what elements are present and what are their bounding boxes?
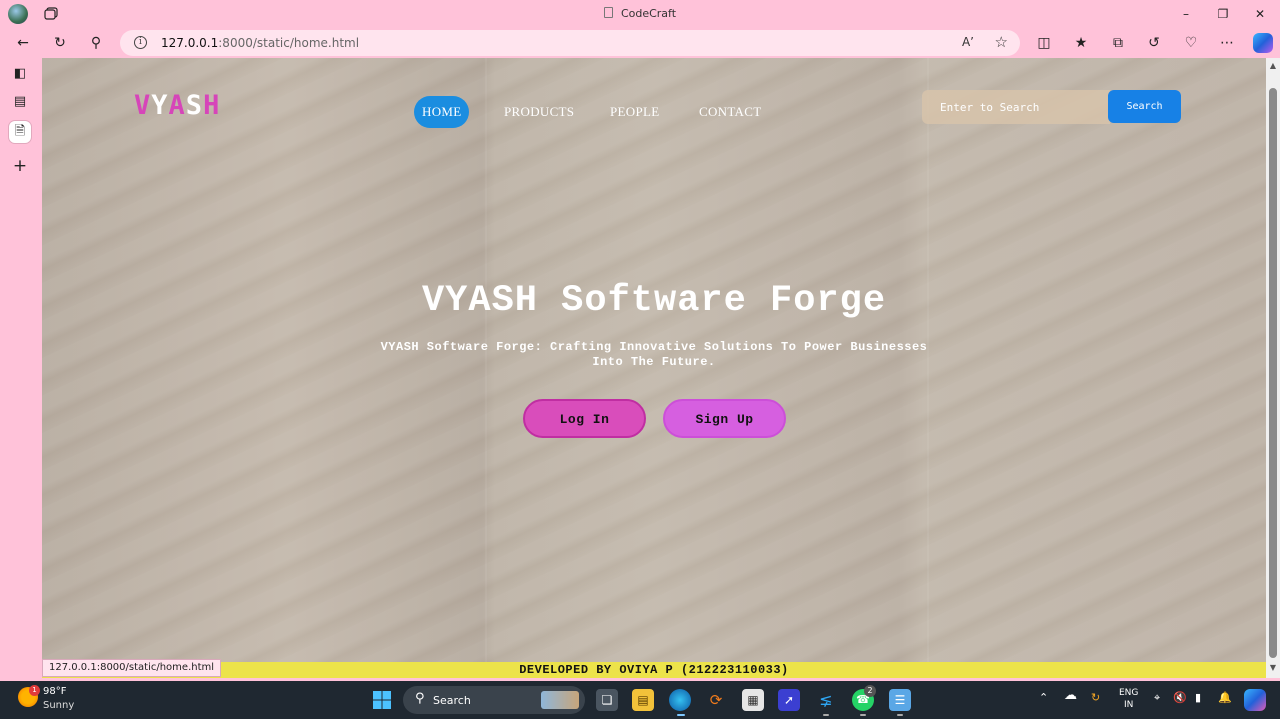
battery-icon[interactable]: ▮ xyxy=(1195,691,1201,704)
hero-subtitle-line: VYASH Software Forge: Crafting Innovativ… xyxy=(380,340,928,354)
address-bar[interactable]: i 127.0.0.1:8000/static/home.html A’ ☆ xyxy=(120,30,1020,56)
url-text[interactable]: 127.0.0.1:8000/static/home.html xyxy=(161,36,359,50)
weather-temperature[interactable]: 98°F xyxy=(43,686,66,697)
split-screen-icon[interactable]: ◫ xyxy=(1033,33,1055,53)
logo-letter: V xyxy=(134,90,152,121)
taskbar-search-icon: ⚲ xyxy=(415,691,425,706)
hero-subtitle-line: Into The Future. xyxy=(592,355,716,369)
windows-start-icon[interactable] xyxy=(371,689,393,711)
notepad-icon[interactable]: ☰ xyxy=(889,689,911,711)
workspace-tab-icon[interactable]: ▤ xyxy=(9,91,31,113)
close-window-button[interactable]: ✕ xyxy=(1245,4,1275,24)
page-viewport: VYASH HOME PRODUCTS PEOPLE CONTACT Searc… xyxy=(42,58,1266,678)
microsoft-store-icon[interactable]: ▦ xyxy=(742,689,764,711)
taskbar-search-label: Search xyxy=(433,694,471,707)
back-arrow-icon[interactable]: ← xyxy=(12,33,34,53)
window-title: CodeCraft xyxy=(0,7,1280,20)
scroll-up-arrow-icon[interactable]: ▲ xyxy=(1269,61,1277,70)
favorites-icon[interactable]: ★ xyxy=(1070,33,1092,53)
browser-toolbar: ← ↻ ⚲ i 127.0.0.1:8000/static/home.html … xyxy=(0,28,1280,58)
open-app-indicator xyxy=(860,714,866,716)
current-tab-icon[interactable]: 🗎 xyxy=(9,121,31,143)
powerautomate-icon[interactable]: ➚ xyxy=(778,689,800,711)
vertical-tab-sidebar: ◧ ▤ 🗎 + xyxy=(0,58,42,678)
browser-essentials-icon[interactable]: ♡ xyxy=(1180,33,1202,53)
site-info-icon[interactable]: i xyxy=(134,36,147,49)
tab-panel-icon[interactable]: ◧ xyxy=(9,63,31,85)
windows-taskbar: 1 98°F Sunny ⚲ Search ❏ ▤ ⟳ ▦ ➚ ⪇ ☎ 2 ☰ … xyxy=(0,681,1280,719)
collections-icon[interactable]: ⧉ xyxy=(1107,33,1129,53)
signup-button[interactable]: Sign Up xyxy=(663,399,786,438)
active-app-indicator xyxy=(677,714,685,716)
refresh-icon[interactable]: ↻ xyxy=(49,33,71,53)
taskbar-search-box[interactable]: ⚲ Search xyxy=(403,686,585,714)
history-icon[interactable]: ↺ xyxy=(1143,33,1165,53)
search-button[interactable]: Search xyxy=(1108,90,1181,123)
whatsapp-badge: 2 xyxy=(864,685,876,697)
site-logo[interactable]: VYASH xyxy=(134,90,220,121)
scroll-down-arrow-icon[interactable]: ▼ xyxy=(1269,663,1277,672)
sync-icon[interactable]: ↻ xyxy=(1091,691,1100,704)
browser-title-bar: CodeCraft – ❐ ✕ xyxy=(0,0,1280,28)
copilot-icon[interactable] xyxy=(1253,33,1273,53)
minimize-button[interactable]: – xyxy=(1171,4,1201,24)
hero-title: VYASH Software Forge xyxy=(421,280,887,322)
weather-condition[interactable]: Sunny xyxy=(43,700,74,711)
language-code: ENG xyxy=(1119,688,1139,698)
jupyter-icon[interactable]: ⟳ xyxy=(705,689,727,711)
favorite-star-icon[interactable]: ☆ xyxy=(995,33,1008,51)
search-icon[interactable]: ⚲ xyxy=(85,33,107,53)
page-scrollbar[interactable]: ▲ ▼ xyxy=(1266,58,1280,678)
vscode-icon[interactable]: ⪇ xyxy=(815,689,837,711)
login-button[interactable]: Log In xyxy=(523,399,646,438)
file-explorer-icon[interactable]: ▤ xyxy=(632,689,654,711)
search-highlight-image xyxy=(541,691,579,709)
scrollbar-thumb[interactable] xyxy=(1269,88,1277,658)
nav-contact[interactable]: CONTACT xyxy=(699,96,761,128)
logo-letter: S xyxy=(185,90,204,121)
onedrive-cloud-icon[interactable]: ☁ xyxy=(1064,688,1077,703)
link-status-bar: 127.0.0.1:8000/static/home.html xyxy=(42,659,222,677)
footer-credit: DEVELOPED BY OVIYA P (212223110033) xyxy=(42,662,1266,678)
hero-subtitle: VYASH Software Forge: Crafting Innovativ… xyxy=(347,340,961,370)
maximize-button[interactable]: ❐ xyxy=(1208,4,1238,24)
logo-letter: A xyxy=(168,90,186,121)
nav-people[interactable]: PEOPLE xyxy=(610,96,659,128)
notifications-bell-icon[interactable]: 🔔 xyxy=(1218,691,1232,704)
logo-letter: Y xyxy=(151,90,169,121)
more-menu-icon[interactable]: ⋯ xyxy=(1216,33,1238,53)
wifi-icon[interactable]: ⌖ xyxy=(1154,691,1160,705)
url-host: 127.0.0.1 xyxy=(161,36,219,50)
search-input[interactable] xyxy=(922,90,1110,124)
copilot-taskbar-icon[interactable] xyxy=(1244,689,1266,711)
edge-browser-icon[interactable] xyxy=(669,689,691,711)
open-app-indicator xyxy=(823,714,829,716)
logo-letter: H xyxy=(203,90,221,121)
tab-actions-icon[interactable] xyxy=(44,7,58,20)
region-code: IN xyxy=(1124,700,1134,710)
window-title-text: CodeCraft xyxy=(620,7,677,20)
nav-products[interactable]: PRODUCTS xyxy=(504,96,574,128)
open-app-indicator xyxy=(897,714,903,716)
page-icon xyxy=(603,7,613,18)
nav-home[interactable]: HOME xyxy=(414,96,470,128)
profile-avatar[interactable] xyxy=(8,4,28,24)
weather-badge: 1 xyxy=(29,685,40,696)
new-tab-plus-icon[interactable]: + xyxy=(9,155,31,177)
task-view-icon[interactable]: ❏ xyxy=(596,689,618,711)
volume-muted-icon[interactable]: 🔇 xyxy=(1173,691,1187,704)
url-path: :8000/static/home.html xyxy=(218,36,360,50)
language-indicator[interactable]: ENG IN xyxy=(1119,687,1138,711)
read-aloud-icon[interactable]: A’ xyxy=(962,35,974,49)
show-hidden-icons-chevron-icon[interactable]: ⌃ xyxy=(1039,691,1048,704)
